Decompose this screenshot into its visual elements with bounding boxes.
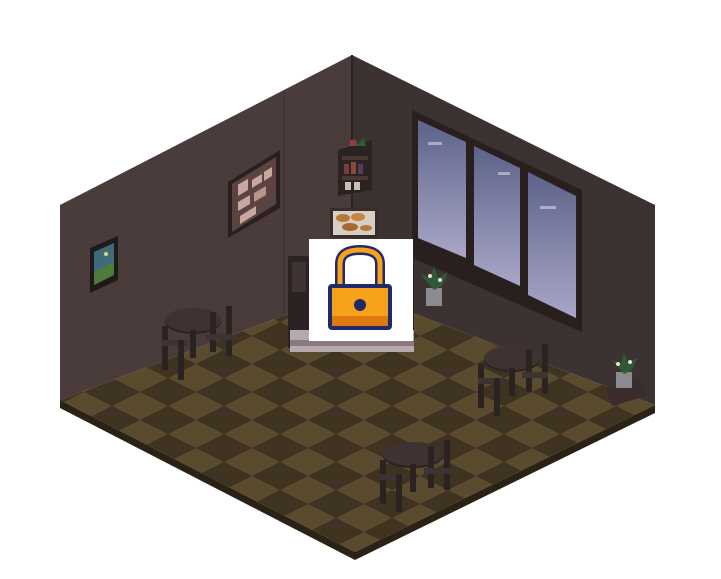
isometric-room [60,55,655,560]
locked-overlay[interactable] [309,239,413,341]
bread-display-shelf [330,208,378,238]
room-scene [0,0,721,579]
